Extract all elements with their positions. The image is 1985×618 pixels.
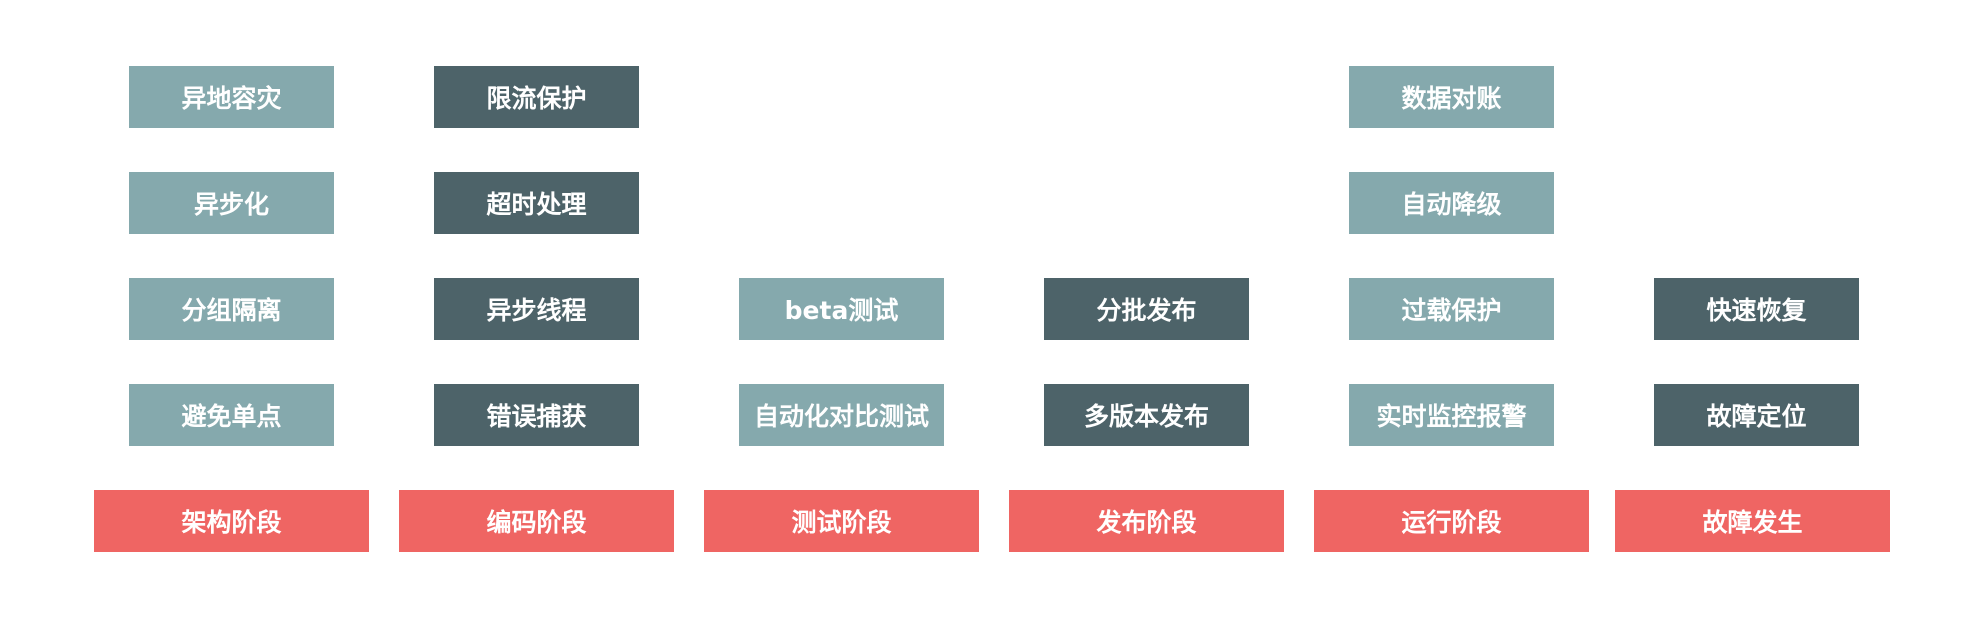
item-batch-release: 分批发布 — [1044, 278, 1249, 340]
item-avoid-single-point: 避免单点 — [129, 384, 334, 446]
item-automated-comparison-test: 自动化对比测试 — [739, 384, 944, 446]
item-group-isolation: 分组隔离 — [129, 278, 334, 340]
item-timeout-handling: 超时处理 — [434, 172, 639, 234]
item-realtime-monitoring-alert: 实时监控报警 — [1349, 384, 1554, 446]
diagram-canvas: 异地容灾 异步化 分组隔离 避免单点 架构阶段 限流保护 超时处理 异步线程 错… — [0, 0, 1985, 618]
item-rate-limiting: 限流保护 — [434, 66, 639, 128]
item-remote-disaster-recovery: 异地容灾 — [129, 66, 334, 128]
item-async-thread: 异步线程 — [434, 278, 639, 340]
stage-release: 发布阶段 — [1009, 490, 1284, 552]
stage-running: 运行阶段 — [1314, 490, 1589, 552]
stage-coding: 编码阶段 — [399, 490, 674, 552]
stage-failure-occurs: 故障发生 — [1615, 490, 1890, 552]
item-overload-protection: 过载保护 — [1349, 278, 1554, 340]
item-asynchronization: 异步化 — [129, 172, 334, 234]
item-data-reconciliation: 数据对账 — [1349, 66, 1554, 128]
item-multi-version-release: 多版本发布 — [1044, 384, 1249, 446]
item-auto-degradation: 自动降级 — [1349, 172, 1554, 234]
item-error-capture: 错误捕获 — [434, 384, 639, 446]
item-fast-recovery: 快速恢复 — [1654, 278, 1859, 340]
stage-architecture: 架构阶段 — [94, 490, 369, 552]
item-fault-location: 故障定位 — [1654, 384, 1859, 446]
stage-testing: 测试阶段 — [704, 490, 979, 552]
item-beta-test: beta测试 — [739, 278, 944, 340]
